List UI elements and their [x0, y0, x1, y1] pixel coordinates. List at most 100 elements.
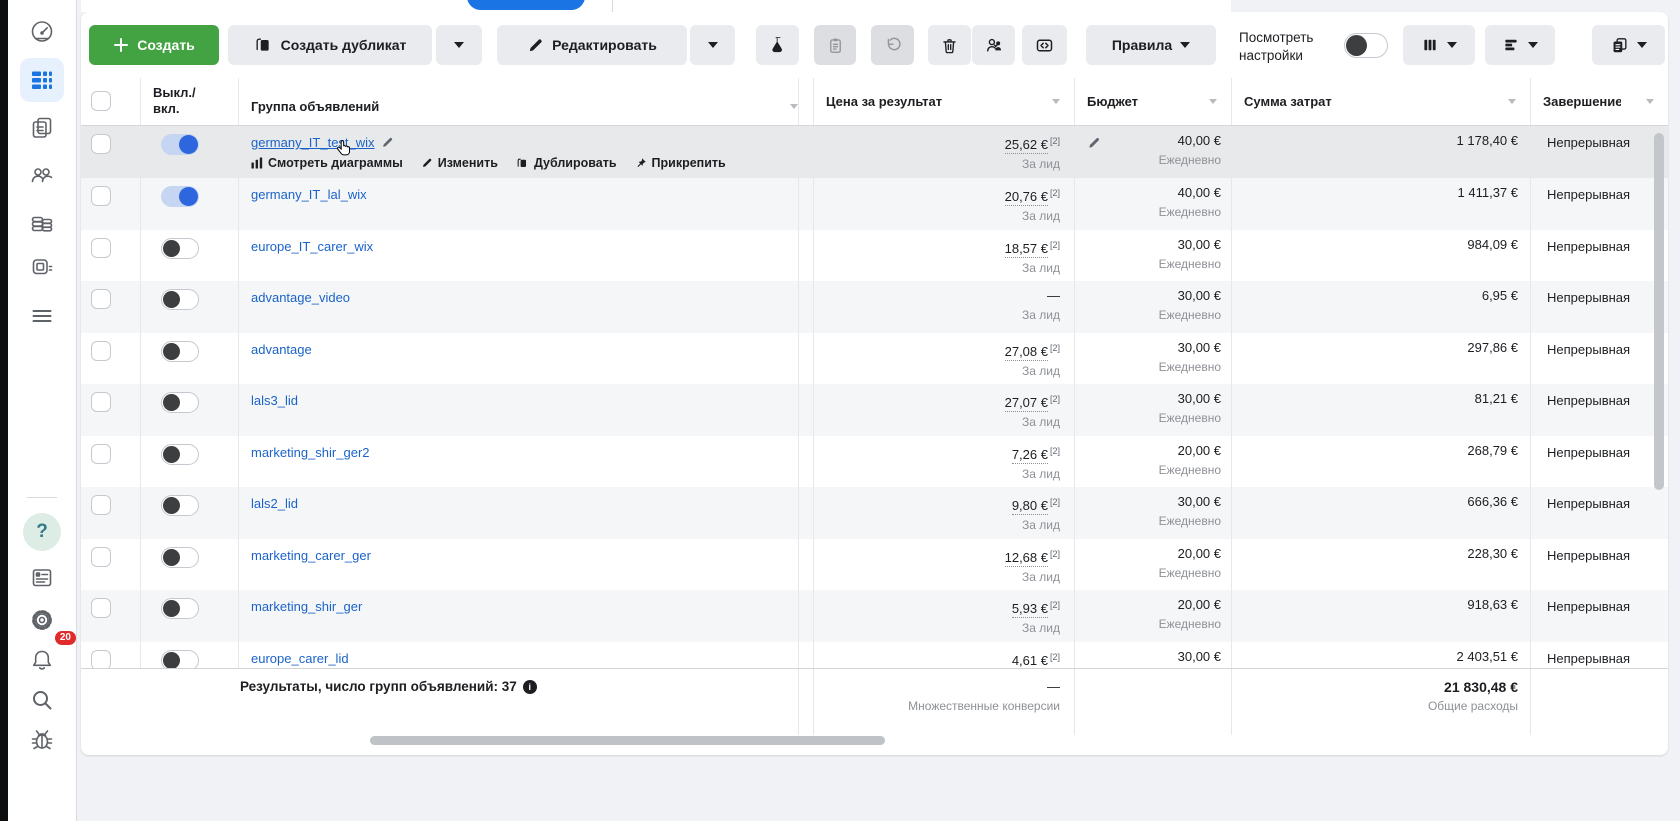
header-amount-spent[interactable]: Сумма затрат — [1231, 78, 1530, 125]
row-checkbox[interactable] — [91, 546, 111, 567]
cost-value[interactable]: 18,57 € — [1004, 240, 1048, 258]
bug-report-icon[interactable] — [20, 718, 64, 762]
row-toggle[interactable] — [161, 443, 199, 465]
table-row[interactable]: germany_IT_test_wix Смотреть диаграммы И… — [81, 126, 1668, 178]
header-ends[interactable]: Завершение — [1530, 78, 1668, 125]
columns-button[interactable] — [1403, 25, 1475, 65]
sidebar-item-events-manager-icon[interactable] — [20, 246, 64, 290]
edit-dropdown-button[interactable] — [690, 25, 735, 65]
pencil-icon[interactable] — [381, 136, 394, 149]
row-checkbox[interactable] — [91, 340, 111, 361]
rules-button[interactable]: Правила — [1086, 25, 1216, 65]
view-settings-toggle[interactable] — [1344, 33, 1388, 58]
table-row[interactable]: marketing_shir_ger2 7,26 € [2] За лид 20,0… — [81, 435, 1668, 487]
row-checkbox[interactable] — [91, 392, 111, 412]
create-button[interactable]: Создать — [89, 25, 219, 65]
table-row[interactable]: europe_IT_carer_wix 18,57 € [2] За лид 30,… — [81, 229, 1668, 281]
header-toggle[interactable]: Выкл./ вкл. — [140, 78, 238, 125]
pin-action[interactable]: Прикрепить — [635, 156, 726, 170]
news-icon[interactable] — [20, 556, 64, 600]
duplicate-action[interactable]: Дублировать — [516, 156, 617, 170]
duplicate-dropdown-button[interactable] — [436, 25, 482, 65]
total-spent: 21 830,48 € — [1444, 679, 1518, 695]
sidebar-item-campaigns[interactable] — [20, 58, 64, 102]
help-icon[interactable]: ? — [20, 510, 64, 554]
edit-action[interactable]: Изменить — [421, 156, 498, 170]
cost-value[interactable]: 12,68 € — [1004, 549, 1048, 567]
adset-name-link[interactable]: europe_IT_carer_wix — [251, 239, 373, 254]
header-budget[interactable]: Бюджет — [1074, 78, 1231, 125]
row-checkbox[interactable] — [91, 289, 111, 309]
row-checkbox[interactable] — [91, 495, 111, 515]
row-checkbox[interactable] — [91, 598, 111, 618]
table-row[interactable]: marketing_shir_ger 5,93 € [2] За лид 20,00… — [81, 590, 1668, 642]
row-toggle[interactable] — [161, 546, 199, 568]
cost-value[interactable]: 25,62 € — [1004, 137, 1048, 155]
table-row[interactable]: advantage 27,08 € [2] За лид 30,00 € Ежедне… — [81, 332, 1668, 384]
info-icon[interactable]: i — [522, 679, 537, 694]
audience-button[interactable] — [972, 25, 1015, 65]
table-row[interactable]: europe_carer_lid 4,61 €[2]За лид 30,00 €… — [81, 641, 1668, 668]
row-checkbox[interactable] — [91, 443, 111, 464]
cost-value[interactable]: 4,61 € — [1011, 652, 1048, 668]
adset-name-link[interactable]: lals2_lid — [251, 496, 298, 511]
row-toggle[interactable] — [161, 649, 199, 668]
row-checkbox[interactable] — [91, 237, 111, 258]
row-toggle[interactable] — [161, 598, 199, 619]
adset-name-link[interactable]: marketing_shir_ger2 — [251, 445, 370, 460]
row-checkbox[interactable] — [91, 649, 111, 668]
cost-value[interactable]: 27,07 € — [1004, 395, 1048, 413]
breakdown-button[interactable] — [1485, 25, 1555, 65]
adset-name-link[interactable]: germany_IT_test_wix — [251, 135, 375, 150]
row-checkbox[interactable] — [91, 186, 111, 206]
row-toggle[interactable] — [161, 495, 199, 516]
ads-manager-home-icon[interactable] — [20, 10, 64, 54]
row-toggle[interactable] — [161, 134, 199, 155]
sidebar-item-all-tools-icon[interactable] — [20, 294, 64, 338]
header-cost-per-result[interactable]: Цена за результат — [813, 78, 1074, 125]
table-row[interactable]: advantage_video — За лид 30,00 € Ежедневно… — [81, 281, 1668, 333]
adset-name-link[interactable]: europe_carer_lid — [251, 651, 349, 666]
row-toggle[interactable] — [161, 237, 199, 259]
vertical-scrollbar[interactable] — [1654, 133, 1664, 490]
edit-button[interactable]: Редактировать — [497, 25, 687, 65]
row-toggle[interactable] — [161, 186, 199, 207]
row-toggle[interactable] — [161, 392, 199, 413]
sidebar-item-pages-icon[interactable] — [20, 106, 64, 150]
adset-name-link[interactable]: marketing_carer_ger — [251, 548, 371, 563]
cost-value[interactable]: 5,93 € — [1011, 601, 1048, 619]
row-toggle[interactable] — [161, 289, 199, 310]
adset-name-link[interactable]: advantage_video — [251, 290, 350, 305]
adset-name-link[interactable]: germany_IT_lal_wix — [251, 187, 367, 202]
reports-button[interactable] — [1592, 25, 1665, 65]
cost-value[interactable]: 27,08 € — [1004, 343, 1048, 361]
view-charts-action[interactable]: Смотреть диаграммы — [251, 156, 403, 170]
horizontal-scrollbar[interactable] — [370, 736, 885, 745]
undo-button[interactable] — [871, 25, 914, 65]
row-checkbox[interactable] — [91, 134, 111, 154]
table-row[interactable]: lals2_lid 9,80 € [2] За лид 30,00 € Ежеднев… — [81, 487, 1668, 539]
adset-name-link[interactable]: marketing_shir_ger — [251, 599, 362, 614]
header-name[interactable]: Группа объявлений — [238, 78, 798, 125]
table-row[interactable]: lals3_lid 27,07 € [2] За лид 30,00 € Ежедне… — [81, 384, 1668, 436]
paste-button[interactable] — [814, 25, 856, 65]
search-icon[interactable] — [20, 678, 64, 722]
adset-name-link[interactable]: lals3_lid — [251, 393, 298, 408]
cost-value[interactable]: 7,26 € — [1011, 446, 1048, 464]
sidebar-item-audiences-icon[interactable] — [20, 153, 64, 197]
cost-value[interactable]: 9,80 € — [1011, 498, 1048, 516]
adset-name-link[interactable]: advantage — [251, 342, 312, 357]
notifications-bell-icon[interactable]: 20 — [20, 631, 76, 682]
export-embed-button[interactable] — [1022, 25, 1067, 65]
table-row[interactable]: marketing_carer_ger 12,68 € [2] За лид 20,… — [81, 538, 1668, 590]
select-all-checkbox[interactable] — [91, 91, 111, 111]
duplicate-button[interactable]: Создать дубликат — [228, 25, 432, 65]
table-row[interactable]: germany_IT_lal_wix 20,76 € [2] За лид 40,0… — [81, 178, 1668, 230]
active-tab-pill[interactable] — [467, 0, 585, 10]
ab-test-button[interactable] — [756, 25, 799, 65]
edit-budget-pencil-icon[interactable] — [1087, 136, 1101, 150]
cost-value[interactable]: 20,76 € — [1004, 189, 1048, 207]
delete-button[interactable] — [928, 25, 971, 65]
row-toggle[interactable] — [161, 340, 199, 362]
sidebar-item-billing-icon[interactable] — [20, 200, 64, 244]
